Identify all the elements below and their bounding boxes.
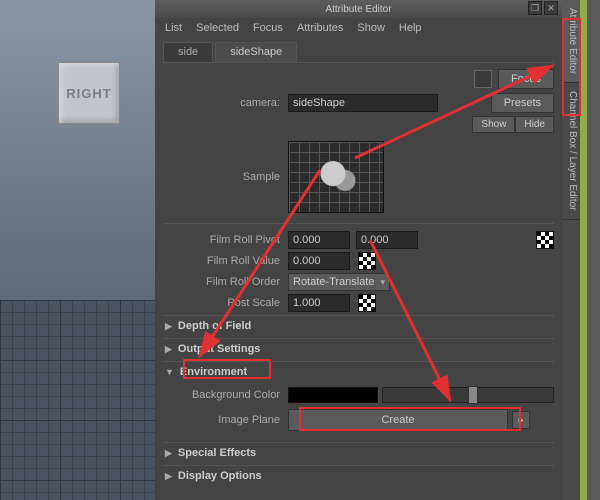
post-scale-label: Post Scale	[163, 297, 288, 309]
viewcube-right[interactable]: RIGHT	[58, 62, 120, 124]
menu-selected[interactable]: Selected	[196, 22, 239, 34]
roll-value-map-button[interactable]	[358, 252, 376, 270]
chevron-right-icon: ▶	[165, 471, 172, 482]
menu-show[interactable]: Show	[357, 22, 385, 34]
film-roll-order-dropdown[interactable]: Rotate-Translate	[288, 273, 390, 291]
tab-side[interactable]: side	[163, 42, 213, 62]
menubar: List Selected Focus Attributes Show Help	[155, 18, 562, 38]
panel-title: Attribute Editor	[325, 4, 391, 15]
resize-handle[interactable]	[580, 0, 587, 500]
section-display-options[interactable]: ▶Display Options	[163, 466, 554, 486]
camera-field[interactable]	[288, 94, 438, 112]
viewport-3d[interactable]: RIGHT	[0, 0, 155, 500]
tab-sideshape[interactable]: sideShape	[215, 42, 297, 62]
select-node-icon[interactable]	[474, 70, 492, 88]
camera-label: camera:	[163, 97, 288, 109]
film-roll-value-label: Film Roll Value	[163, 255, 288, 267]
focus-button[interactable]: Focus	[498, 69, 554, 89]
viewport-grid	[0, 300, 155, 500]
chevron-down-icon: ▼	[165, 367, 174, 377]
menu-help[interactable]: Help	[399, 22, 422, 34]
image-plane-popout-button[interactable]: ▸	[512, 411, 530, 429]
sample-swatch[interactable]	[288, 141, 384, 213]
background-color-swatch[interactable]	[288, 387, 378, 403]
sample-label: Sample	[163, 171, 288, 183]
pivot-map-button[interactable]	[536, 231, 554, 249]
side-tab-attribute-editor[interactable]: Attribute Editor	[562, 0, 580, 83]
chevron-right-icon: ▶	[165, 448, 172, 459]
film-roll-pivot-x[interactable]	[288, 231, 350, 249]
section-special-effects[interactable]: ▶Special Effects	[163, 443, 554, 463]
panel-titlebar: Attribute Editor ❐ ✕	[155, 0, 562, 18]
section-environment[interactable]: ▼Environment	[163, 362, 554, 382]
image-plane-create-button[interactable]: Create	[288, 409, 508, 431]
viewcube-label: RIGHT	[66, 86, 111, 101]
film-roll-value-field[interactable]	[288, 252, 350, 270]
section-output-settings[interactable]: ▶Output Settings	[163, 339, 554, 359]
menu-attributes[interactable]: Attributes	[297, 22, 343, 34]
background-color-label: Background Color	[163, 389, 288, 401]
node-tabs: side sideShape	[163, 42, 554, 63]
background-color-slider[interactable]	[382, 387, 554, 403]
side-tab-channel-box[interactable]: Channel Box / Layer Editor	[562, 83, 580, 220]
chevron-right-icon: ▶	[165, 321, 172, 332]
menu-list[interactable]: List	[165, 22, 182, 34]
post-scale-map-button[interactable]	[358, 294, 376, 312]
hide-button[interactable]: Hide	[515, 116, 554, 133]
image-plane-label: Image Plane	[163, 414, 288, 426]
menu-focus[interactable]: Focus	[253, 22, 283, 34]
post-scale-field[interactable]	[288, 294, 350, 312]
undock-button[interactable]: ❐	[528, 1, 542, 15]
close-button[interactable]: ✕	[544, 1, 558, 15]
show-button[interactable]: Show	[472, 116, 515, 133]
film-roll-pivot-y[interactable]	[356, 231, 418, 249]
dock-side-tabs: Attribute Editor Channel Box / Layer Edi…	[562, 0, 580, 500]
film-roll-order-label: Film Roll Order	[163, 276, 288, 288]
presets-button[interactable]: Presets	[491, 93, 554, 113]
section-depth-of-field[interactable]: ▶Depth of Field	[163, 316, 554, 336]
chevron-right-icon: ▶	[165, 344, 172, 355]
attribute-editor-panel: Attribute Editor ❐ ✕ List Selected Focus…	[155, 0, 562, 500]
film-roll-pivot-label: Film Roll Pivot	[163, 234, 288, 246]
